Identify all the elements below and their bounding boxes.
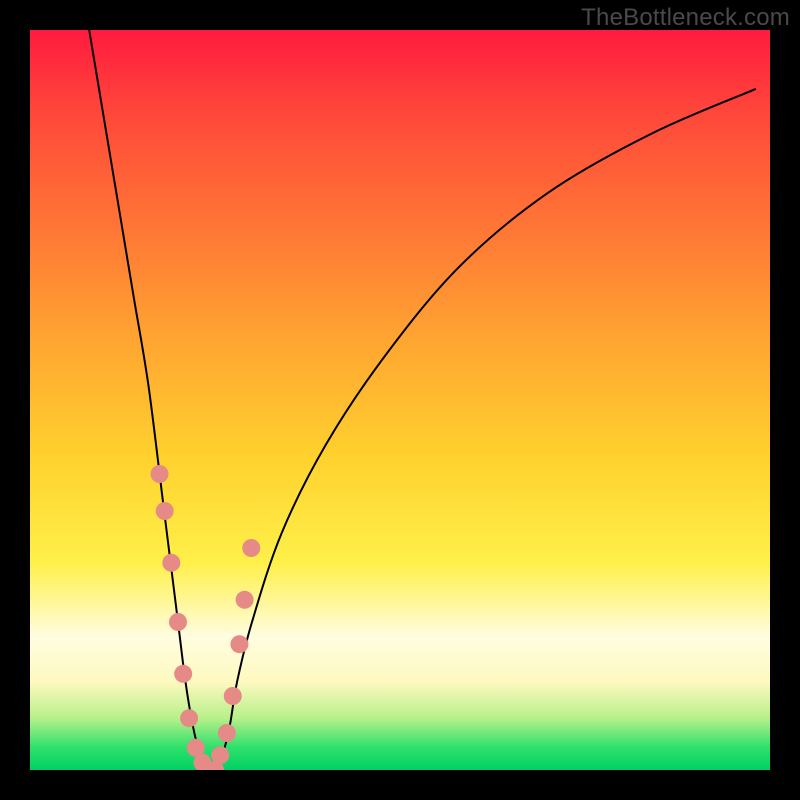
sample-point bbox=[151, 465, 169, 483]
sample-point bbox=[224, 687, 242, 705]
sample-points bbox=[151, 465, 261, 770]
sample-point bbox=[169, 613, 187, 631]
bottleneck-curve bbox=[89, 30, 755, 770]
sample-point bbox=[180, 709, 198, 727]
sample-point bbox=[162, 554, 180, 572]
watermark-text: TheBottleneck.com bbox=[581, 4, 790, 32]
sample-point bbox=[218, 724, 236, 742]
sample-point bbox=[230, 635, 248, 653]
sample-point bbox=[156, 502, 174, 520]
chart-plot-area bbox=[30, 30, 770, 770]
sample-point bbox=[242, 539, 260, 557]
sample-point bbox=[211, 746, 229, 764]
sample-point bbox=[236, 591, 254, 609]
outer-frame: TheBottleneck.com bbox=[0, 0, 800, 800]
chart-svg bbox=[30, 30, 770, 770]
sample-point bbox=[174, 665, 192, 683]
